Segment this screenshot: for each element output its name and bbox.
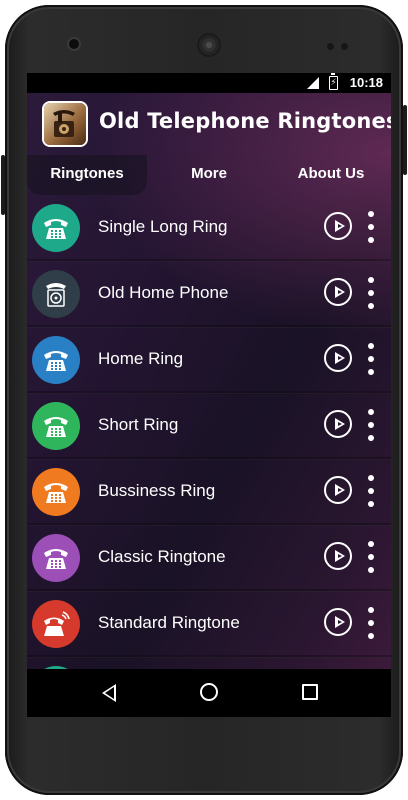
dot	[368, 633, 374, 639]
rotary-phone-icon	[32, 270, 80, 318]
play-icon[interactable]	[324, 410, 352, 438]
dot	[368, 567, 374, 573]
navigation-bar	[27, 669, 391, 717]
dot	[368, 620, 374, 626]
play-icon[interactable]	[324, 212, 352, 240]
telephone-icon	[32, 402, 80, 450]
play-icon[interactable]	[324, 344, 352, 372]
more-options-icon[interactable]	[365, 409, 377, 441]
home-icon[interactable]	[200, 683, 218, 701]
ringtone-row[interactable]	[27, 657, 391, 669]
app-content: Old Telephone Ringtones Ringtones More A…	[27, 93, 391, 669]
ringtone-row[interactable]: Home Ring	[27, 327, 391, 394]
vintage-telephone-icon	[44, 103, 86, 145]
ringing-phone-icon	[32, 600, 80, 648]
ringtone-label: Classic Ringtone	[98, 547, 226, 566]
more-options-icon[interactable]	[365, 343, 377, 375]
more-options-icon[interactable]	[365, 277, 377, 309]
play-icon[interactable]	[324, 608, 352, 636]
recent-apps-icon[interactable]	[302, 684, 318, 700]
front-camera	[69, 39, 79, 49]
tab-about-us[interactable]: About Us	[271, 155, 391, 195]
dot	[368, 369, 374, 375]
app-bar: Old Telephone Ringtones	[27, 93, 391, 155]
more-options-icon[interactable]	[365, 541, 377, 573]
screen: ⚡ 10:18 Old Telephone Ringtones Ringtone	[27, 73, 391, 717]
dot	[368, 488, 374, 494]
ringtone-label: Old Home Phone	[98, 283, 229, 302]
ringtone-row[interactable]: Old Home Phone	[27, 261, 391, 328]
dot	[368, 237, 374, 243]
dot	[368, 343, 374, 349]
status-time: 10:18	[349, 75, 383, 90]
back-icon[interactable]	[102, 684, 116, 702]
dot	[368, 211, 374, 217]
dot	[368, 541, 374, 547]
ringtone-label: Short Ring	[98, 415, 179, 434]
dot	[368, 607, 374, 613]
volume-button	[403, 105, 407, 175]
telephone-icon	[32, 336, 80, 384]
dot	[368, 475, 374, 481]
dot	[368, 290, 374, 296]
dot	[368, 501, 374, 507]
ringtone-row[interactable]: Bussiness Ring	[27, 459, 391, 526]
dot	[368, 277, 374, 283]
app-title: Old Telephone Ringtones	[99, 109, 391, 133]
signal-icon	[307, 77, 319, 89]
dot	[368, 224, 374, 230]
phone-frame: ⚡ 10:18 Old Telephone Ringtones Ringtone	[1, 5, 407, 795]
power-button	[1, 155, 5, 215]
ringtone-label: Single Long Ring	[98, 217, 228, 236]
earpiece-speaker	[199, 35, 219, 55]
ringtone-row[interactable]: Short Ring	[27, 393, 391, 460]
dot	[368, 356, 374, 362]
ringtone-row[interactable]: Classic Ringtone	[27, 525, 391, 592]
battery-charging-icon: ⚡	[329, 73, 338, 90]
dot	[368, 554, 374, 560]
status-bar: ⚡ 10:18	[27, 73, 391, 93]
play-icon[interactable]	[324, 542, 352, 570]
play-icon[interactable]	[324, 476, 352, 504]
play-icon[interactable]	[324, 278, 352, 306]
dot	[368, 409, 374, 415]
telephone-icon	[32, 204, 80, 252]
more-options-icon[interactable]	[365, 475, 377, 507]
telephone-icon	[32, 534, 80, 582]
ringtone-label: Standard Ringtone	[98, 613, 240, 632]
proximity-sensor	[327, 43, 334, 50]
ringtone-row[interactable]: Standard Ringtone	[27, 591, 391, 658]
light-sensor	[341, 43, 348, 50]
more-options-icon[interactable]	[365, 211, 377, 243]
tab-ringtones[interactable]: Ringtones	[27, 155, 147, 195]
ringtone-row[interactable]: Single Long Ring	[27, 195, 391, 262]
dot	[368, 303, 374, 309]
tab-more[interactable]: More	[149, 155, 269, 195]
dot	[368, 435, 374, 441]
ringtone-label: Bussiness Ring	[98, 481, 216, 500]
tab-bar: Ringtones More About Us	[27, 155, 391, 195]
more-options-icon[interactable]	[365, 607, 377, 639]
telephone-icon	[32, 468, 80, 516]
dot	[368, 422, 374, 428]
ringtone-label: Home Ring	[98, 349, 184, 368]
